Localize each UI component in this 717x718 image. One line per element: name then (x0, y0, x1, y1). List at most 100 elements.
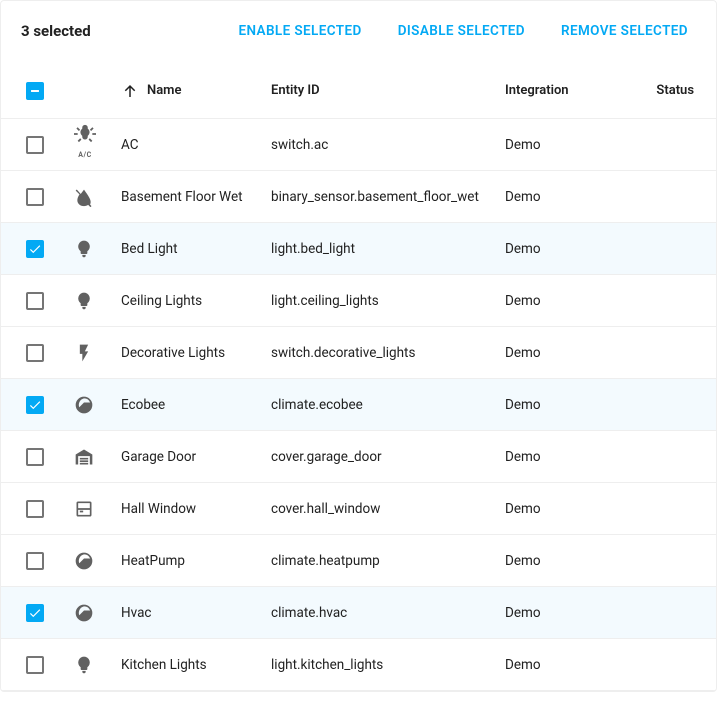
row-icon-cell (67, 238, 119, 260)
check-icon (28, 242, 42, 256)
table-row[interactable]: HeatPumpclimate.heatpumpDemo (1, 535, 716, 587)
indeterminate-icon (29, 85, 41, 97)
row-name: Kitchen Lights (119, 657, 269, 673)
row-integration: Demo (503, 449, 633, 465)
lightbulb-icon (73, 290, 95, 312)
row-integration: Demo (503, 137, 633, 153)
thermostat-icon (73, 394, 95, 416)
selection-summary: 3 selected (21, 22, 91, 40)
table-row[interactable]: Kitchen Lightslight.kitchen_lightsDemo (1, 639, 716, 691)
row-entity-id: cover.hall_window (269, 501, 503, 517)
header-integration[interactable]: Integration (503, 83, 633, 98)
disable-selected-button[interactable]: DISABLE SELECTED (390, 17, 533, 45)
row-icon-cell (67, 342, 119, 364)
row-checkbox[interactable] (26, 136, 44, 154)
row-icon-cell (67, 654, 119, 676)
row-name: Hvac (119, 605, 269, 621)
row-entity-id: cover.garage_door (269, 449, 503, 465)
row-entity-id: switch.decorative_lights (269, 345, 503, 361)
row-checkbox-cell (3, 552, 67, 570)
row-checkbox-cell (3, 448, 67, 466)
header-name[interactable]: Name (119, 82, 269, 100)
row-integration: Demo (503, 345, 633, 361)
row-name: AC (119, 137, 269, 153)
row-integration: Demo (503, 241, 633, 257)
remove-selected-button[interactable]: REMOVE SELECTED (553, 17, 696, 45)
row-entity-id: light.ceiling_lights (269, 293, 503, 309)
entities-card: 3 selected ENABLE SELECTED DISABLE SELEC… (0, 0, 717, 692)
table-row[interactable]: Basement Floor Wetbinary_sensor.basement… (1, 171, 716, 223)
row-entity-id: binary_sensor.basement_floor_wet (269, 189, 503, 205)
thermostat-icon (73, 550, 95, 572)
row-integration: Demo (503, 293, 633, 309)
row-checkbox[interactable] (26, 656, 44, 674)
row-integration: Demo (503, 605, 633, 621)
row-checkbox[interactable] (26, 344, 44, 362)
table-row[interactable]: Bed Lightlight.bed_lightDemo (1, 223, 716, 275)
check-icon (28, 398, 42, 412)
row-checkbox-cell (3, 604, 67, 622)
thermostat-icon (73, 602, 95, 624)
header-entity-id[interactable]: Entity ID (269, 83, 503, 98)
check-icon (28, 606, 42, 620)
row-checkbox-cell (3, 136, 67, 154)
row-name: Basement Floor Wet (119, 189, 269, 205)
row-name: Hall Window (119, 501, 269, 517)
flash-icon (73, 342, 95, 364)
header-entity-id-label: Entity ID (271, 83, 320, 98)
row-checkbox-cell (3, 344, 67, 362)
row-icon-cell (67, 394, 119, 416)
table-row[interactable]: Hall Windowcover.hall_windowDemo (1, 483, 716, 535)
row-icon-cell: A/C (67, 123, 119, 166)
row-name: Ceiling Lights (119, 293, 269, 309)
row-checkbox[interactable] (26, 500, 44, 518)
table-row[interactable]: Decorative Lightsswitch.decorative_light… (1, 327, 716, 379)
row-name: Bed Light (119, 241, 269, 257)
row-name: Ecobee (119, 397, 269, 413)
row-integration: Demo (503, 189, 633, 205)
enable-selected-button[interactable]: ENABLE SELECTED (230, 17, 369, 45)
table-row[interactable]: Ecobeeclimate.ecobeeDemo (1, 379, 716, 431)
header-status-label: Status (656, 83, 694, 98)
row-entity-id: light.kitchen_lights (269, 657, 503, 673)
row-checkbox[interactable] (26, 604, 44, 622)
water-off-icon (73, 186, 95, 208)
row-checkbox-cell (3, 292, 67, 310)
header-name-label: Name (147, 83, 181, 98)
row-checkbox[interactable] (26, 552, 44, 570)
garage-icon (73, 446, 95, 468)
row-checkbox-cell (3, 188, 67, 206)
row-icon-cell (67, 290, 119, 312)
row-icon-cell (67, 446, 119, 468)
row-entity-id: light.bed_light (269, 241, 503, 257)
row-checkbox[interactable] (26, 396, 44, 414)
select-all-checkbox[interactable] (26, 82, 44, 100)
row-icon-cell (67, 602, 119, 624)
row-name: HeatPump (119, 553, 269, 569)
row-checkbox-cell (3, 500, 67, 518)
table-row[interactable]: Ceiling Lightslight.ceiling_lightsDemo (1, 275, 716, 327)
ac-icon: A/C (73, 123, 97, 166)
window-icon (73, 498, 95, 520)
row-checkbox[interactable] (26, 240, 44, 258)
header-status[interactable]: Status (633, 83, 714, 98)
row-checkbox[interactable] (26, 448, 44, 466)
table-body: A/C ACswitch.acDemo Basement Floor Wetbi… (1, 119, 716, 691)
selection-toolbar: 3 selected ENABLE SELECTED DISABLE SELEC… (1, 1, 716, 63)
select-all-cell (3, 82, 67, 100)
table-row[interactable]: Garage Doorcover.garage_doorDemo (1, 431, 716, 483)
table-row[interactable]: Hvacclimate.hvacDemo (1, 587, 716, 639)
row-icon-cell (67, 550, 119, 572)
header-integration-label: Integration (505, 83, 569, 98)
table-row[interactable]: A/C ACswitch.acDemo (1, 119, 716, 171)
row-integration: Demo (503, 553, 633, 569)
row-checkbox-cell (3, 396, 67, 414)
ac-label: A/C (73, 144, 97, 166)
row-checkbox[interactable] (26, 292, 44, 310)
row-checkbox-cell (3, 656, 67, 674)
row-entity-id: switch.ac (269, 137, 503, 153)
row-integration: Demo (503, 397, 633, 413)
row-integration: Demo (503, 501, 633, 517)
row-entity-id: climate.heatpump (269, 553, 503, 569)
row-checkbox[interactable] (26, 188, 44, 206)
